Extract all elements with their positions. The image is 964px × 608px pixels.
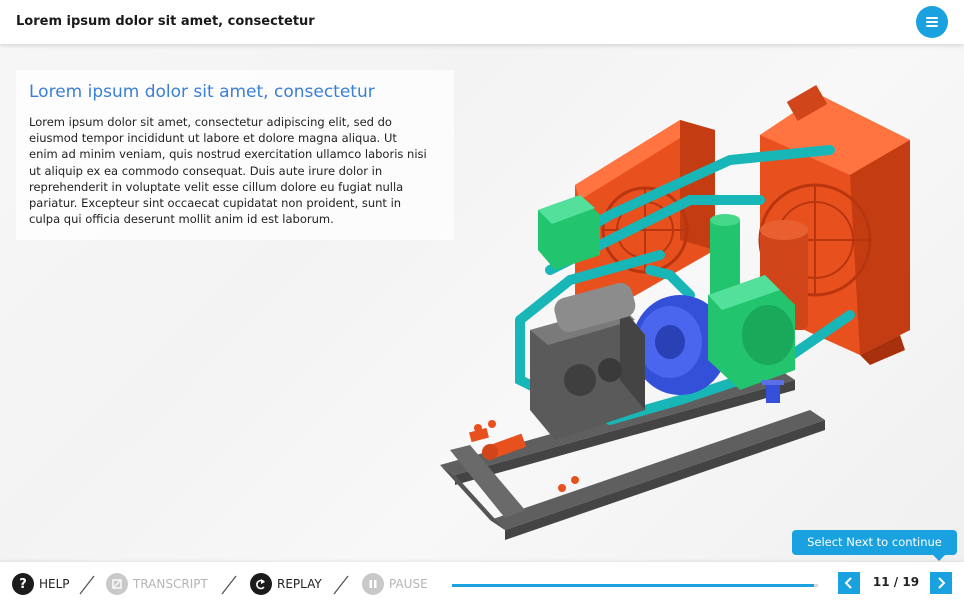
page-indicator: 11 / 19 xyxy=(872,575,920,589)
transcript-button[interactable]: TRANSCRIPT xyxy=(106,572,208,596)
transcript-icon xyxy=(106,573,128,595)
course-title: Lorem ipsum dolor sit amet, consectetur xyxy=(16,14,315,29)
next-hint-tooltip: Select Next to continue xyxy=(792,530,957,561)
slide-body-text: Lorem ipsum dolor sit amet, consectetur … xyxy=(29,115,427,227)
pause-icon xyxy=(362,573,384,595)
menu-button[interactable] xyxy=(916,6,948,38)
help-icon: ? xyxy=(12,573,34,595)
next-hint-text: Select Next to continue xyxy=(807,535,942,549)
chevron-left-icon xyxy=(844,577,852,589)
transcript-label: TRANSCRIPT xyxy=(133,577,208,591)
separator-slash xyxy=(333,575,349,595)
progress-fill xyxy=(452,584,815,587)
replay-button[interactable]: REPLAY xyxy=(250,572,322,596)
help-label: HELP xyxy=(39,577,70,591)
previous-button[interactable] xyxy=(838,572,860,594)
help-button[interactable]: ? HELP xyxy=(12,572,70,596)
separator-slash xyxy=(221,575,237,595)
green-motor-right xyxy=(708,275,795,390)
app-frame: Lorem ipsum dolor sit amet, consectetur … xyxy=(0,0,964,608)
separator-slash xyxy=(79,575,95,595)
next-button[interactable] xyxy=(930,572,952,594)
content-panel: Lorem ipsum dolor sit amet, consectetur … xyxy=(16,70,454,240)
player-controls-bar: ? HELP TRANSCRIPT REPLAY PAUSE 11 / 19 xyxy=(0,562,964,608)
pause-button[interactable]: PAUSE xyxy=(362,572,428,596)
chevron-right-icon xyxy=(938,577,946,589)
menu-icon xyxy=(926,17,938,27)
replay-label: REPLAY xyxy=(277,577,322,591)
top-bar: Lorem ipsum dolor sit amet, consectetur xyxy=(0,0,964,44)
replay-icon xyxy=(250,573,272,595)
compressor-machine-illustration xyxy=(440,84,910,540)
tooltip-arrow xyxy=(933,555,945,561)
progress-bar[interactable] xyxy=(452,584,818,587)
slide-heading: Lorem ipsum dolor sit amet, consectetur xyxy=(29,82,375,102)
pause-label: PAUSE xyxy=(389,577,428,591)
